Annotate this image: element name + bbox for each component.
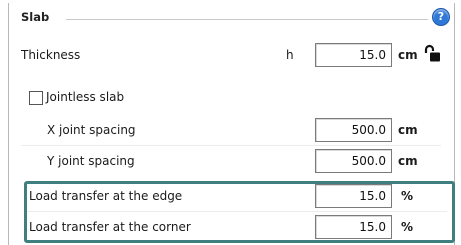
x-joint-spacing-label: X joint spacing [47, 123, 136, 137]
jointless-label[interactable]: Jointless slab [46, 90, 124, 104]
row-separator [21, 145, 441, 146]
thickness-label: Thickness [21, 48, 81, 62]
section-title: Slab [21, 10, 50, 24]
jointless-checkbox[interactable] [29, 91, 43, 105]
edge-load-transfer-label: Load transfer at the edge [29, 189, 183, 203]
corner-load-transfer-label: Load transfer at the corner [29, 220, 191, 234]
edge-load-transfer-unit: % [401, 189, 414, 203]
y-joint-spacing-unit: cm [398, 154, 418, 168]
x-joint-spacing-input[interactable]: 500.0 [315, 118, 392, 142]
section-divider [66, 19, 428, 20]
help-icon[interactable]: ? [432, 8, 450, 26]
corner-load-transfer-input[interactable]: 15.0 [315, 215, 392, 239]
row-separator [27, 211, 447, 212]
slab-panel: Slab ? Thickness h 15.0 cm Jointless sla… [8, 3, 455, 245]
thickness-input[interactable]: 15.0 [315, 43, 392, 67]
x-joint-spacing-unit: cm [398, 123, 418, 137]
y-joint-spacing-input[interactable]: 500.0 [315, 149, 392, 173]
corner-load-transfer-unit: % [401, 220, 414, 234]
y-joint-spacing-label: Y joint spacing [47, 154, 135, 168]
unlock-icon[interactable] [422, 44, 442, 64]
thickness-unit: cm [398, 48, 418, 62]
edge-load-transfer-input[interactable]: 15.0 [315, 184, 392, 208]
thickness-symbol: h [286, 48, 294, 62]
